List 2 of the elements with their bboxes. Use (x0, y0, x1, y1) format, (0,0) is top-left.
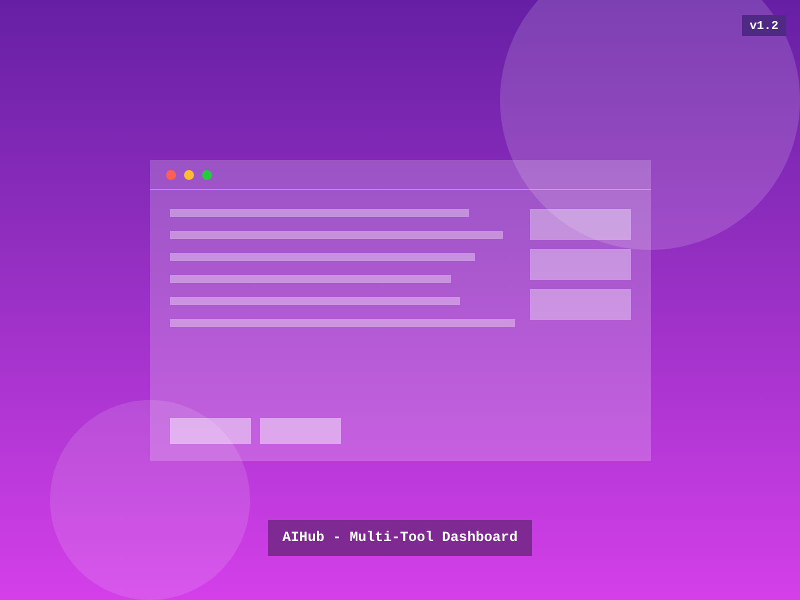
caption: AIHub - Multi-Tool Dashboard (268, 520, 532, 556)
version-badge: v1.2 (742, 15, 786, 36)
